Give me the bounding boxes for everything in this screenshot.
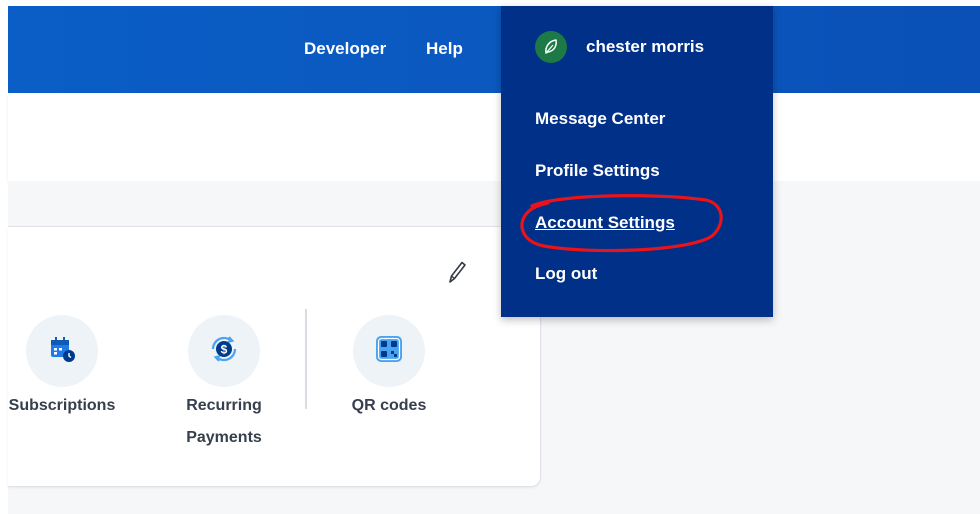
nav-link-help[interactable]: Help [426,39,463,59]
recurring-payments-label[interactable]: Recurring Payments [178,390,270,454]
qr-code-icon [374,334,404,369]
dollar-cycle-icon: $ [207,332,241,371]
subscriptions-label[interactable]: Subscriptions [8,390,116,422]
top-nav-bar [8,6,980,93]
menu-item-log-out[interactable]: Log out [535,263,597,285]
subscriptions-tile-icon-wrap[interactable] [26,315,98,387]
calendar-clock-icon [48,335,76,368]
sub-header-bar [8,93,980,181]
user-menu-toggle[interactable]: chester morris [535,31,704,63]
menu-item-profile-settings[interactable]: Profile Settings [535,160,660,182]
svg-text:$: $ [221,342,228,356]
recurring-payments-tile-icon-wrap[interactable]: $ [188,315,260,387]
menu-item-message-center[interactable]: Message Center [535,108,665,130]
user-name: chester morris [586,37,705,56]
qr-codes-tile-icon-wrap[interactable] [353,315,425,387]
pencil-icon[interactable] [444,258,468,286]
divider [305,309,307,409]
menu-item-account-settings[interactable]: Account Settings [535,212,675,234]
leaf-avatar-icon [535,31,567,63]
qr-codes-label[interactable]: QR codes [343,390,435,422]
nav-link-developer[interactable]: Developer [304,39,386,59]
